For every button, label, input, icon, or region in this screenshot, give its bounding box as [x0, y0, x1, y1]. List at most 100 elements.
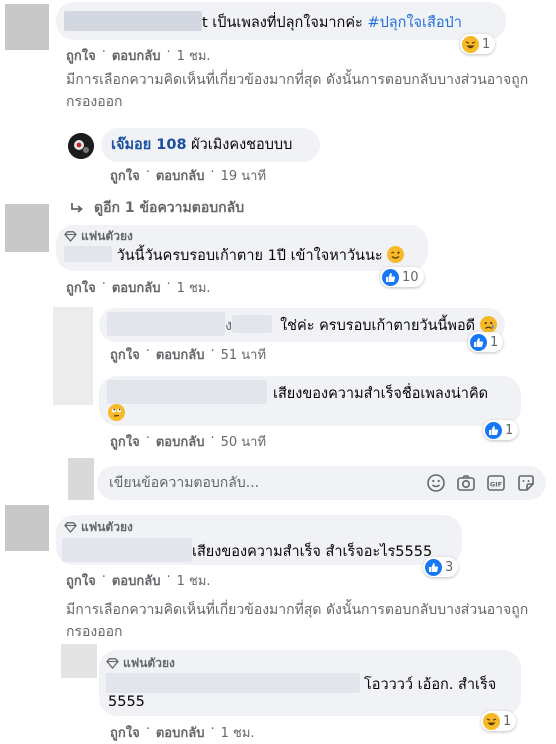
- blurred-author-name: [64, 11, 202, 31]
- reply-actions: ถูกใจ · ตอบกลับ · 1 ชม.: [110, 722, 255, 743]
- fan-badge-label: แฟนตัวยง: [81, 519, 133, 534]
- hashtag-link[interactable]: #ปลุกใจเสือป่า: [367, 15, 461, 31]
- like-link[interactable]: ถูกใจ: [66, 277, 96, 298]
- svg-text:GIF: GIF: [490, 480, 502, 488]
- blurred-author-name: [107, 312, 225, 336]
- comment-actions: ถูกใจ · ตอบกลับ · 1 ชม.: [66, 277, 211, 298]
- reply-link[interactable]: ตอบกลับ: [156, 165, 205, 186]
- avatar[interactable]: [5, 204, 49, 252]
- avatar[interactable]: [5, 4, 49, 50]
- emoji-icon[interactable]: [426, 473, 446, 493]
- fan-badge[interactable]: แฟนตัวยง: [64, 228, 133, 244]
- reaction-summary[interactable]: 1: [481, 711, 517, 731]
- gif-icon[interactable]: GIF: [486, 473, 506, 493]
- reply-text: ผัวเมิงคงชอบบบ: [191, 137, 293, 153]
- avatar[interactable]: [5, 505, 49, 551]
- reaction-count: 10: [402, 269, 419, 285]
- avatar[interactable]: [61, 644, 97, 678]
- timestamp[interactable]: 51 นาที: [221, 344, 266, 365]
- author-name-fragment: ง: [225, 318, 233, 334]
- fan-badge[interactable]: แฟนตัวยง: [106, 655, 175, 671]
- blurred-author-name: [62, 538, 192, 562]
- reply-bubble: เสียงของความสำเร็จชื่อเพลงน่าคิด: [99, 376, 521, 426]
- blurred-author-name: [107, 380, 267, 404]
- reply-actions: ถูกใจ · ตอบกลับ · 19 นาที: [110, 165, 267, 186]
- author-name-link[interactable]: เจ๊มอย 108: [111, 137, 187, 153]
- camera-icon[interactable]: [456, 473, 476, 493]
- like-link[interactable]: ถูกใจ: [66, 570, 96, 591]
- reply-link[interactable]: ตอบกลับ: [112, 277, 161, 298]
- rolling-eyes-emoji-icon: [108, 404, 125, 421]
- like-link[interactable]: ถูกใจ: [110, 431, 140, 452]
- diamond-badge-icon: [106, 657, 119, 669]
- comment-actions: ถูกใจ · ตอบกลับ · 1 ชม.: [66, 45, 211, 66]
- reaction-count: 1: [505, 422, 514, 438]
- timestamp[interactable]: 19 นาที: [221, 165, 266, 186]
- fan-badge-label: แฟนตัวยง: [123, 655, 175, 670]
- reaction-summary[interactable]: 1: [483, 420, 519, 440]
- reply-link[interactable]: ตอบกลับ: [112, 45, 161, 66]
- timestamp[interactable]: 1 ชม.: [177, 570, 211, 591]
- reply-link[interactable]: ตอบกลับ: [112, 570, 161, 591]
- reply-text: ใช่ค่ะ ครบรอบเก้าตายวันนี้พอดี: [280, 318, 476, 334]
- view-more-replies-link[interactable]: ดูอีก 1 ข้อความตอบกลับ: [70, 197, 244, 219]
- reply-bubble: เจ๊มอย 108 ผัวเมิงคงชอบบบ: [101, 128, 320, 162]
- haha-reaction-icon: [483, 712, 500, 730]
- filter-note: มีการเลือกความคิดเห็นที่เกี่ยวข้องมากที่…: [66, 602, 529, 640]
- reaction-count: 1: [490, 334, 499, 350]
- fan-badge[interactable]: แฟนตัวยง: [64, 519, 133, 535]
- sad-emoji-icon: [479, 316, 497, 333]
- composer-tools: GIF: [426, 473, 536, 493]
- reaction-summary[interactable]: 10: [380, 267, 424, 287]
- avatar: [68, 458, 94, 500]
- timestamp[interactable]: 1 ชม.: [177, 277, 211, 298]
- author-name-fragment: t: [202, 15, 208, 31]
- reply-link[interactable]: ตอบกลับ: [156, 344, 205, 365]
- timestamp[interactable]: 1 ชม.: [177, 45, 211, 66]
- like-reaction-icon: [470, 333, 487, 351]
- reply-actions: ถูกใจ · ตอบกลับ · 51 นาที: [110, 344, 267, 365]
- comment-bubble: t เป็นเพลงที่ปลุกใจมากค่ะ #ปลุกใจเสือป่า: [56, 2, 506, 40]
- reply-text: เสียงของความสำเร็จชื่อเพลงน่าคิด: [273, 386, 489, 402]
- like-reaction-icon: [382, 268, 399, 286]
- comment-actions: ถูกใจ · ตอบกลับ · 1 ชม.: [66, 570, 211, 591]
- diamond-badge-icon: [64, 521, 77, 533]
- wink-emoji-icon: [387, 246, 405, 263]
- reaction-count: 3: [445, 559, 454, 575]
- sticker-icon[interactable]: [516, 473, 536, 493]
- like-reaction-icon: [485, 421, 502, 439]
- view-more-replies-label: ดูอีก 1 ข้อความตอบกลับ: [94, 200, 245, 216]
- reply-actions: ถูกใจ · ตอบกลับ · 50 นาที: [110, 431, 267, 452]
- reply-link[interactable]: ตอบกลับ: [156, 431, 205, 452]
- reaction-summary[interactable]: 1: [468, 332, 504, 352]
- reaction-count: 1: [482, 36, 491, 52]
- blurred-author-name: [106, 673, 360, 693]
- blurred-author-name: [64, 246, 112, 262]
- avatar[interactable]: [68, 133, 94, 159]
- timestamp[interactable]: 1 ชม.: [221, 722, 255, 743]
- timestamp[interactable]: 50 นาที: [221, 431, 266, 452]
- reaction-summary[interactable]: 1: [460, 34, 496, 54]
- like-link[interactable]: ถูกใจ: [66, 45, 96, 66]
- like-link[interactable]: ถูกใจ: [110, 344, 140, 365]
- reply-link[interactable]: ตอบกลับ: [156, 722, 205, 743]
- avatar[interactable]: [53, 307, 93, 405]
- reply-input-box[interactable]: GIF: [97, 466, 546, 500]
- reaction-summary[interactable]: 3: [423, 557, 459, 577]
- comment-text: วันนี้วันครบรอบเก้าตาย 1ปี เข้าใจหาวันนะ: [116, 248, 383, 264]
- haha-reaction-icon: [462, 35, 479, 53]
- like-link[interactable]: ถูกใจ: [110, 722, 140, 743]
- like-link[interactable]: ถูกใจ: [110, 165, 140, 186]
- reply-text: โอวววว์ เอ้อก. สำเร็จ: [364, 677, 497, 693]
- diamond-badge-icon: [64, 230, 77, 242]
- reply-bubble: ง ใช่ค่ะ ครบรอบเก้าตายวันนี้พอดี: [99, 308, 505, 342]
- like-reaction-icon: [425, 558, 442, 576]
- reaction-count: 1: [503, 713, 512, 729]
- reply-input[interactable]: [109, 475, 426, 491]
- blurred-author-name: [232, 315, 273, 333]
- fan-badge-label: แฟนตัวยง: [81, 228, 133, 243]
- reply-arrow-icon: [70, 202, 84, 214]
- reply-text-continued: 5555: [108, 694, 145, 710]
- comment-text: เสียงของความสำเร็จ สำเร็จอะไร5555: [192, 544, 433, 560]
- comment-text: เป็นเพลงที่ปลุกใจมากค่ะ: [212, 15, 363, 31]
